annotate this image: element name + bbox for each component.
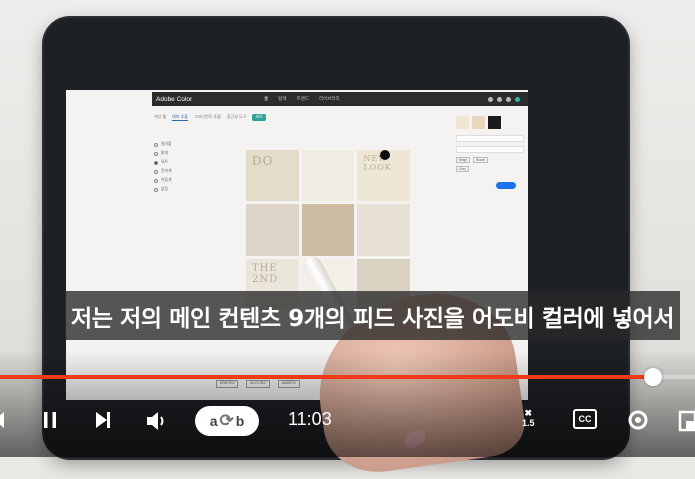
nav-trends[interactable]: 트렌드 <box>297 96 309 102</box>
option-label: 진하게 <box>161 169 172 173</box>
app-tabs: 색상 휠 테마 추출 그라디언트 추출 접근성 도구 새로 <box>154 114 266 121</box>
autoplay-left-label: a <box>209 413 218 429</box>
photo-text: THE 2ND <box>252 262 279 285</box>
swatch[interactable] <box>456 116 469 129</box>
topbar-dot-icon[interactable] <box>506 96 511 102</box>
pause-icon[interactable] <box>42 410 58 430</box>
radio-icon <box>154 187 158 192</box>
radio-icon <box>154 178 158 183</box>
option-label: 어둡게 <box>161 178 172 182</box>
color-swatches <box>456 116 524 129</box>
captions-icon[interactable]: CC <box>573 409 597 429</box>
autoplay-right-label: b <box>235 413 245 429</box>
autoplay-toggle[interactable]: a ⟳ b <box>195 406 259 436</box>
next-icon[interactable] <box>94 410 112 430</box>
radio-icon <box>154 151 158 156</box>
option-label: 밝게 <box>161 151 168 155</box>
app-nav: 홈 탐색 트렌드 라이브러리 <box>264 96 340 102</box>
speed-icon: ✖ <box>524 408 533 418</box>
front-camera <box>380 150 390 160</box>
option-colorful[interactable]: 컬러풀 <box>154 142 204 147</box>
speed-label: 1.5 <box>522 418 535 428</box>
tab-extract-gradient[interactable]: 그라디언트 추출 <box>194 114 221 121</box>
tag-chip[interactable]: Brown <box>473 157 489 163</box>
topbar-dot-icon[interactable] <box>488 96 493 102</box>
option-none[interactable]: 없음 <box>154 187 204 192</box>
tab-accessibility[interactable]: 접근성 도구 <box>227 114 247 121</box>
radio-icon <box>154 142 158 147</box>
progress-bar[interactable] <box>0 368 695 386</box>
theme-name-field[interactable] <box>456 135 524 142</box>
cc-label: CC <box>578 414 592 424</box>
feed-photo <box>246 204 299 256</box>
mood-options: 컬러풀 밝게 뮤트 진하게 어둡게 없음 <box>154 138 204 196</box>
swatch[interactable] <box>472 116 485 129</box>
radio-icon <box>154 169 158 174</box>
feed-photo <box>357 204 410 256</box>
tag-chip[interactable]: Beige <box>456 157 471 163</box>
tab-color-wheel[interactable]: 색상 휠 <box>154 114 166 121</box>
nav-home[interactable]: 홈 <box>264 96 268 102</box>
option-label: 뮤트 <box>161 160 168 164</box>
app-title: Adobe Color <box>156 95 193 103</box>
controls-gradient <box>0 350 695 457</box>
miniplayer-icon[interactable] <box>678 410 695 432</box>
adobe-color-topbar: Adobe Color 홈 탐색 트렌드 라이브러리 <box>152 92 528 106</box>
photo-text: DO <box>252 154 274 168</box>
nav-explore[interactable]: 탐색 <box>278 96 286 102</box>
settings-icon[interactable] <box>626 408 650 432</box>
autoplay-toggle-icon: ⟳ <box>219 411 234 430</box>
feed-photo <box>301 150 355 202</box>
profile-avatar-icon[interactable] <box>515 96 520 102</box>
tab-extract-theme[interactable]: 테마 추출 <box>172 114 188 121</box>
topbar-icons <box>488 96 520 102</box>
volume-icon[interactable] <box>145 410 169 432</box>
feed-photo <box>301 204 355 256</box>
nav-library[interactable]: 라이브러리 <box>319 96 340 102</box>
option-bright[interactable]: 밝게 <box>154 151 204 156</box>
tag-row: Beige Brown <box>456 157 524 163</box>
save-button[interactable] <box>496 182 516 189</box>
option-label: 없음 <box>161 187 168 191</box>
radio-selected-icon <box>154 160 158 165</box>
new-badge: 새로 <box>252 114 266 121</box>
tags-field[interactable] <box>456 146 524 153</box>
topbar-dot-icon[interactable] <box>497 96 502 102</box>
swatch[interactable] <box>488 116 501 129</box>
previous-icon[interactable] <box>0 410 8 430</box>
speed-button[interactable]: ✖ 1.5 <box>522 408 535 428</box>
option-dark[interactable]: 어둡게 <box>154 178 204 183</box>
current-time: 11:03 <box>288 409 332 429</box>
tag-chip[interactable]: Gray <box>456 166 469 172</box>
option-label: 컬러풀 <box>161 142 172 146</box>
option-muted[interactable]: 뮤트 <box>154 160 204 165</box>
option-deep[interactable]: 진하게 <box>154 169 204 174</box>
feed-photo: DO <box>246 150 299 202</box>
theme-panel: Beige Brown Gray <box>456 116 524 189</box>
caption-text: 저는 저의 메인 컨텐츠 9개의 피드 사진을 어도비 컬러에 넣어서 <box>65 291 680 340</box>
progress-played <box>0 375 654 379</box>
tag-row: Gray <box>456 166 524 172</box>
